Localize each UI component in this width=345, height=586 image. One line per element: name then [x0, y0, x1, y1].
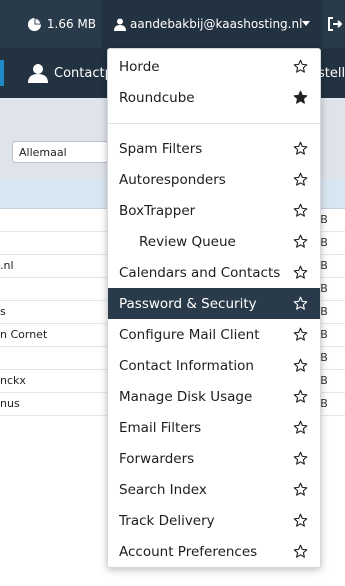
- star-outline-icon[interactable]: [293, 358, 308, 373]
- star-outline-icon[interactable]: [293, 482, 308, 497]
- menu-item-label: Review Queue: [139, 233, 236, 250]
- pie-chart-icon: [27, 17, 41, 31]
- star-outline-icon[interactable]: [293, 203, 308, 218]
- menu-item-label: Track Delivery: [119, 512, 215, 529]
- row-name: .nl: [0, 259, 14, 272]
- menu-item-calendars-and-contacts[interactable]: Calendars and Contacts: [108, 257, 320, 288]
- menu-item-manage-disk-usage[interactable]: Manage Disk Usage: [108, 381, 320, 412]
- menu-item-boxtrapper[interactable]: BoxTrapper: [108, 195, 320, 226]
- menu-item-label: Roundcube: [119, 89, 195, 106]
- top-bar: 1.66 MB aandebakbij@kaashosting.nl: [0, 0, 345, 48]
- menu-divider: [108, 123, 320, 124]
- active-tab-indicator: [0, 60, 4, 86]
- menu-item-password-security[interactable]: Password & Security: [108, 288, 320, 319]
- filter-select[interactable]: Allemaal: [12, 141, 112, 163]
- menu-item-label: Horde: [119, 58, 160, 75]
- star-outline-icon[interactable]: [293, 327, 308, 342]
- menu-item-forwarders[interactable]: Forwarders: [108, 443, 320, 474]
- menu-item-label: Manage Disk Usage: [119, 388, 253, 405]
- menu-item-label: Search Index: [119, 481, 207, 498]
- menu-item-label: Autoresponders: [119, 171, 226, 188]
- star-outline-icon[interactable]: [293, 141, 308, 156]
- menu-item-track-delivery[interactable]: Track Delivery: [108, 505, 320, 536]
- star-outline-icon[interactable]: [293, 544, 308, 559]
- star-outline-icon[interactable]: [293, 451, 308, 466]
- menu-item-review-queue[interactable]: Review Queue: [108, 226, 320, 257]
- star-outline-icon[interactable]: [293, 420, 308, 435]
- row-name: nckx: [0, 374, 26, 387]
- star-outline-icon[interactable]: [293, 59, 308, 74]
- menu-item-autoresponders[interactable]: Autoresponders: [108, 164, 320, 195]
- user-icon: [114, 18, 126, 31]
- tab-contact-label: Contactp: [54, 65, 113, 81]
- menu-item-label: Forwarders: [119, 450, 195, 467]
- menu-item-spam-filters[interactable]: Spam Filters: [108, 133, 320, 164]
- menu-item-label: Email Filters: [119, 419, 202, 436]
- menu-item-horde[interactable]: Horde: [108, 51, 320, 82]
- chevron-down-icon: [302, 21, 310, 26]
- menu-item-contact-information[interactable]: Contact Information: [108, 350, 320, 381]
- disk-usage[interactable]: 1.66 MB: [0, 0, 102, 48]
- star-outline-icon[interactable]: [293, 389, 308, 404]
- menu-item-email-filters[interactable]: Email Filters: [108, 412, 320, 443]
- row-name: nus: [0, 397, 20, 410]
- logout-icon[interactable]: [327, 16, 343, 32]
- menu-item-label: Configure Mail Client: [119, 326, 260, 343]
- menu-item-search-index[interactable]: Search Index: [108, 474, 320, 505]
- menu-item-label: BoxTrapper: [119, 202, 196, 219]
- menu-item-label: Spam Filters: [119, 140, 203, 157]
- menu-item-label: Account Preferences: [119, 543, 258, 560]
- star-outline-icon[interactable]: [293, 513, 308, 528]
- menu-item-roundcube[interactable]: Roundcube: [108, 82, 320, 113]
- menu-item-label: Calendars and Contacts: [119, 264, 281, 281]
- row-name: s: [0, 305, 6, 318]
- menu-item-label: Password & Security: [119, 295, 257, 312]
- star-outline-icon[interactable]: [293, 234, 308, 249]
- user-menu-button[interactable]: aandebakbij@kaashosting.nl: [102, 0, 322, 48]
- row-name: n Cornet: [0, 328, 48, 341]
- star-outline-icon[interactable]: [293, 296, 308, 311]
- menu-item-configure-mail-client[interactable]: Configure Mail Client: [108, 319, 320, 350]
- star-filled-icon[interactable]: [293, 90, 308, 105]
- menu-item-account-preferences[interactable]: Account Preferences: [108, 536, 320, 567]
- star-outline-icon[interactable]: [293, 172, 308, 187]
- disk-usage-value: 1.66 MB: [46, 17, 96, 31]
- tab-settings-label[interactable]: stelli: [318, 66, 345, 81]
- menu-item-label: Contact Information: [119, 357, 254, 374]
- star-outline-icon[interactable]: [293, 265, 308, 280]
- user-dropdown-menu: Horde Roundcube Spam Filters Autoresponders…: [107, 48, 321, 568]
- tab-contact[interactable]: Contactp: [28, 48, 113, 98]
- user-email: aandebakbij@kaashosting.nl: [130, 17, 303, 31]
- user-icon: [28, 64, 48, 83]
